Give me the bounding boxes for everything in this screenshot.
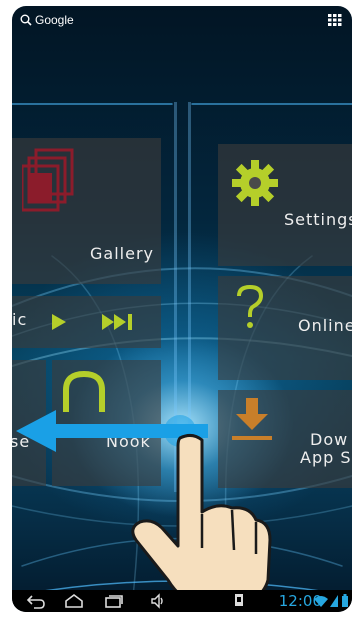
search-icon <box>20 14 32 26</box>
system-navigation-bar: 12:00 <box>12 590 352 612</box>
volume-icon[interactable] <box>150 593 166 609</box>
skip-next-icon[interactable] <box>102 314 134 330</box>
back-icon[interactable] <box>26 593 46 609</box>
notification-icon[interactable] <box>234 593 244 607</box>
signal-icon <box>330 595 338 607</box>
top-bar: Google <box>12 6 352 40</box>
gallery-icon <box>22 148 74 212</box>
all-apps-icon[interactable] <box>328 14 342 26</box>
settings-label: Settings <box>284 210 352 229</box>
search-label: Google <box>35 13 74 27</box>
gallery-label: Gallery <box>90 244 154 263</box>
home-icon[interactable] <box>64 593 84 609</box>
download-label-line2: App S <box>300 448 352 467</box>
wifi-icon <box>314 596 328 607</box>
music-label-fragment: ic <box>12 310 28 329</box>
online-tile[interactable]: Online <box>218 276 352 380</box>
recent-apps-icon[interactable] <box>104 593 124 609</box>
battery-icon <box>342 594 348 607</box>
settings-tile[interactable]: Settings <box>218 144 352 266</box>
home-screen: Google Gallery ic se Nook Settings Onlin… <box>12 6 352 612</box>
device-frame: Google Gallery ic se Nook Settings Onlin… <box>0 0 364 617</box>
pointing-hand-icon <box>131 433 272 608</box>
music-tile[interactable]: ic <box>12 296 161 348</box>
online-label: Online <box>298 316 352 335</box>
download-label-line1: Dow <box>310 430 349 449</box>
play-icon[interactable] <box>52 314 66 330</box>
gear-icon <box>232 160 278 206</box>
question-icon <box>237 284 264 328</box>
gallery-tile[interactable]: Gallery <box>12 138 161 284</box>
google-search-bar[interactable]: Google <box>20 13 74 27</box>
